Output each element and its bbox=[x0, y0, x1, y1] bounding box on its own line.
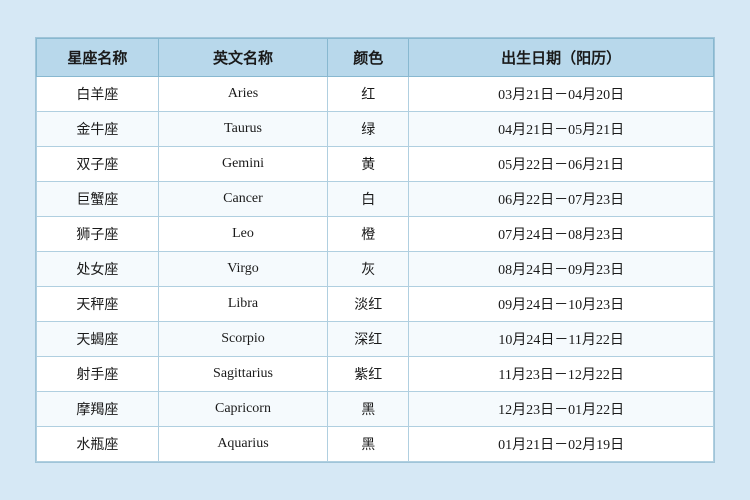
cell-date: 10月24日－11月22日 bbox=[409, 322, 714, 357]
cell-color: 黑 bbox=[328, 392, 409, 427]
table-row: 水瓶座Aquarius黑01月21日－02月19日 bbox=[37, 427, 714, 462]
cell-color: 深红 bbox=[328, 322, 409, 357]
table-body: 白羊座Aries红03月21日－04月20日金牛座Taurus绿04月21日－0… bbox=[37, 77, 714, 462]
cell-chinese: 金牛座 bbox=[37, 112, 159, 147]
cell-chinese: 水瓶座 bbox=[37, 427, 159, 462]
header-english: 英文名称 bbox=[158, 39, 327, 77]
cell-date: 12月23日－01月22日 bbox=[409, 392, 714, 427]
cell-date: 07月24日－08月23日 bbox=[409, 217, 714, 252]
cell-english: Gemini bbox=[158, 147, 327, 182]
cell-color: 红 bbox=[328, 77, 409, 112]
cell-date: 03月21日－04月20日 bbox=[409, 77, 714, 112]
cell-color: 白 bbox=[328, 182, 409, 217]
header-date: 出生日期（阳历） bbox=[409, 39, 714, 77]
cell-chinese: 摩羯座 bbox=[37, 392, 159, 427]
cell-english: Leo bbox=[158, 217, 327, 252]
cell-color: 黑 bbox=[328, 427, 409, 462]
cell-english: Virgo bbox=[158, 252, 327, 287]
cell-chinese: 巨蟹座 bbox=[37, 182, 159, 217]
cell-date: 08月24日－09月23日 bbox=[409, 252, 714, 287]
cell-chinese: 天秤座 bbox=[37, 287, 159, 322]
cell-chinese: 狮子座 bbox=[37, 217, 159, 252]
cell-date: 01月21日－02月19日 bbox=[409, 427, 714, 462]
table-row: 双子座Gemini黄05月22日－06月21日 bbox=[37, 147, 714, 182]
cell-color: 灰 bbox=[328, 252, 409, 287]
zodiac-table-container: 星座名称 英文名称 颜色 出生日期（阳历） 白羊座Aries红03月21日－04… bbox=[35, 37, 715, 463]
cell-chinese: 天蝎座 bbox=[37, 322, 159, 357]
table-row: 天秤座Libra淡红09月24日－10月23日 bbox=[37, 287, 714, 322]
table-row: 狮子座Leo橙07月24日－08月23日 bbox=[37, 217, 714, 252]
cell-english: Scorpio bbox=[158, 322, 327, 357]
cell-color: 黄 bbox=[328, 147, 409, 182]
cell-chinese: 白羊座 bbox=[37, 77, 159, 112]
header-chinese: 星座名称 bbox=[37, 39, 159, 77]
cell-date: 05月22日－06月21日 bbox=[409, 147, 714, 182]
table-row: 处女座Virgo灰08月24日－09月23日 bbox=[37, 252, 714, 287]
table-row: 摩羯座Capricorn黑12月23日－01月22日 bbox=[37, 392, 714, 427]
zodiac-table: 星座名称 英文名称 颜色 出生日期（阳历） 白羊座Aries红03月21日－04… bbox=[36, 38, 714, 462]
cell-date: 06月22日－07月23日 bbox=[409, 182, 714, 217]
cell-english: Sagittarius bbox=[158, 357, 327, 392]
cell-english: Taurus bbox=[158, 112, 327, 147]
cell-date: 09月24日－10月23日 bbox=[409, 287, 714, 322]
table-row: 射手座Sagittarius紫红11月23日－12月22日 bbox=[37, 357, 714, 392]
cell-english: Cancer bbox=[158, 182, 327, 217]
table-header-row: 星座名称 英文名称 颜色 出生日期（阳历） bbox=[37, 39, 714, 77]
table-row: 天蝎座Scorpio深红10月24日－11月22日 bbox=[37, 322, 714, 357]
header-color: 颜色 bbox=[328, 39, 409, 77]
cell-english: Capricorn bbox=[158, 392, 327, 427]
cell-english: Libra bbox=[158, 287, 327, 322]
table-row: 巨蟹座Cancer白06月22日－07月23日 bbox=[37, 182, 714, 217]
cell-english: Aquarius bbox=[158, 427, 327, 462]
cell-chinese: 射手座 bbox=[37, 357, 159, 392]
cell-color: 紫红 bbox=[328, 357, 409, 392]
cell-chinese: 双子座 bbox=[37, 147, 159, 182]
table-row: 金牛座Taurus绿04月21日－05月21日 bbox=[37, 112, 714, 147]
cell-color: 橙 bbox=[328, 217, 409, 252]
cell-date: 11月23日－12月22日 bbox=[409, 357, 714, 392]
cell-english: Aries bbox=[158, 77, 327, 112]
cell-date: 04月21日－05月21日 bbox=[409, 112, 714, 147]
cell-color: 淡红 bbox=[328, 287, 409, 322]
table-row: 白羊座Aries红03月21日－04月20日 bbox=[37, 77, 714, 112]
cell-color: 绿 bbox=[328, 112, 409, 147]
cell-chinese: 处女座 bbox=[37, 252, 159, 287]
